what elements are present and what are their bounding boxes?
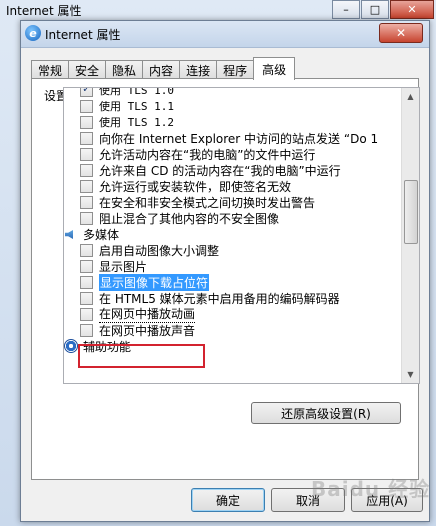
setting-option-row[interactable]: 在网页中播放声音 (64, 322, 401, 338)
setting-category-row[interactable]: 多媒体 (64, 226, 401, 242)
tab-content[interactable]: 内容 (142, 60, 181, 80)
tab-general[interactable]: 常规 (31, 60, 70, 80)
vertical-scrollbar[interactable]: ▲ ▼ (401, 88, 419, 383)
multimedia-icon (64, 227, 78, 241)
checkbox-icon[interactable] (80, 275, 93, 289)
checkbox-icon[interactable] (80, 131, 93, 145)
checkbox-checked-icon[interactable]: ✓ (80, 88, 93, 97)
checkbox-icon[interactable] (80, 195, 93, 209)
setting-option-row[interactable]: 在安全和非安全模式之间切换时发出警告 (64, 194, 401, 210)
highlight-annotation-box (78, 344, 205, 368)
setting-option-label: 在网页中播放动画 (99, 307, 196, 323)
setting-option-label: 允许活动内容在“我的电脑”的文件中运行 (99, 147, 316, 162)
maximize-button[interactable]: □ (361, 0, 389, 19)
checkbox-icon[interactable] (80, 147, 93, 161)
tab-privacy[interactable]: 隐私 (105, 60, 144, 80)
background-window-controls: – □ ✕ (331, 0, 434, 19)
setting-option-label: 使用 TLS 1.1 (99, 100, 174, 113)
scrollbar-thumb[interactable] (404, 180, 418, 244)
internet-options-dialog: e Internet 属性 ✕ 常规 安全 隐私 内容 连接 程序 高级 设置 … (20, 20, 430, 522)
setting-option-label: 使用 TLS 1.0 (99, 87, 174, 97)
checkbox-icon[interactable] (80, 259, 93, 273)
tab-advanced[interactable]: 高级 (253, 57, 296, 80)
setting-option-row[interactable]: 启用自动图像大小调整 (64, 242, 401, 258)
setting-option-row[interactable]: 允许运行或安装软件，即使签名无效 (64, 178, 401, 194)
tab-security[interactable]: 安全 (68, 60, 107, 80)
setting-option-label: 在安全和非安全模式之间切换时发出警告 (99, 195, 316, 210)
checkbox-icon[interactable] (80, 307, 93, 321)
setting-option-row[interactable]: 阻止混合了其他内容的不安全图像 (64, 210, 401, 226)
checkbox-icon[interactable] (80, 163, 93, 177)
checkbox-icon[interactable] (80, 211, 93, 225)
setting-option-row[interactable]: 显示图像下载占位符 (64, 273, 401, 291)
tab-strip: 常规 安全 隐私 内容 连接 程序 高级 (31, 57, 296, 80)
setting-option-row[interactable]: 在网页中播放动画 (64, 306, 401, 323)
setting-category-label: 多媒体 (83, 227, 120, 242)
dialog-title: Internet 属性 (45, 28, 121, 42)
setting-option-label: 在网页中播放声音 (99, 323, 196, 338)
background-window-title: Internet 属性 (6, 4, 82, 18)
apply-button[interactable]: 应用(A) (351, 488, 423, 512)
background-close-button[interactable]: ✕ (390, 0, 434, 19)
setting-option-row[interactable]: 使用 TLS 1.2 (64, 114, 401, 130)
setting-option-label: 向你在 Internet Explorer 中访问的站点发送 “Do 1 (99, 131, 379, 146)
checkbox-icon[interactable] (80, 291, 93, 305)
dialog-titlebar: e Internet 属性 ✕ (21, 21, 429, 48)
checkbox-icon[interactable] (80, 179, 93, 193)
setting-option-label: 阻止混合了其他内容的不安全图像 (99, 211, 280, 226)
minimize-button[interactable]: – (332, 0, 360, 19)
setting-option-label: 启用自动图像大小调整 (99, 243, 220, 258)
setting-option-row[interactable]: 在 HTML5 媒体元素中启用备用的编码解码器 (64, 290, 401, 306)
cancel-button[interactable]: 取消 (271, 488, 345, 512)
setting-option-label: 允许来自 CD 的活动内容在“我的电脑”中运行 (99, 163, 341, 178)
setting-option-row[interactable]: 允许活动内容在“我的电脑”的文件中运行 (64, 146, 401, 162)
close-icon[interactable]: ✕ (379, 23, 423, 43)
setting-option-label: 显示图片 (99, 259, 148, 274)
internet-explorer-icon: e (25, 25, 41, 41)
scroll-down-arrow-icon[interactable]: ▼ (402, 366, 419, 383)
scroll-up-arrow-icon[interactable]: ▲ (402, 88, 419, 105)
setting-option-row[interactable]: 允许来自 CD 的活动内容在“我的电脑”中运行 (64, 162, 401, 178)
setting-option-row[interactable]: 使用 TLS 1.1 (64, 98, 401, 114)
checkbox-icon[interactable] (80, 99, 93, 113)
setting-option-row[interactable]: ✓ 使用 TLS 1.0 (64, 87, 401, 98)
setting-option-label: 显示图像下载占位符 (99, 273, 210, 291)
setting-option-row[interactable]: 向你在 Internet Explorer 中访问的站点发送 “Do 1 (64, 130, 401, 146)
restore-advanced-settings-button[interactable]: 还原高级设置(R) (251, 402, 401, 424)
ok-button[interactable]: 确定 (191, 488, 265, 512)
setting-option-label: 允许运行或安装软件，即使签名无效 (99, 179, 292, 194)
tab-connections[interactable]: 连接 (179, 60, 218, 80)
setting-option-label: 在 HTML5 媒体元素中启用备用的编码解码器 (99, 291, 340, 306)
settings-list-content: ✓ 使用 TLS 1.0 使用 TLS 1.1 使用 TLS 1.2 向你在 Inter… (64, 87, 401, 354)
checkbox-icon[interactable] (80, 115, 93, 129)
tab-programs[interactable]: 程序 (216, 60, 255, 80)
checkbox-icon[interactable] (80, 243, 93, 257)
setting-option-row[interactable]: 显示图片 (64, 258, 401, 274)
accessibility-icon (64, 339, 78, 353)
settings-tree-list[interactable]: ✓ 使用 TLS 1.0 使用 TLS 1.1 使用 TLS 1.2 向你在 Inter… (63, 87, 420, 384)
setting-option-label: 使用 TLS 1.2 (99, 116, 174, 129)
checkbox-icon[interactable] (80, 323, 93, 337)
